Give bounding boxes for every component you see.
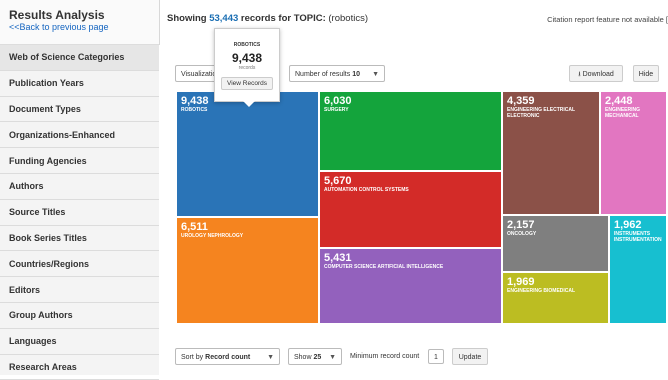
category-treemap: 9,438 ROBOTICS 6,511 UROLOGY NEPHROLOGY … [176,91,667,325]
sidebar-item-publication-years[interactable]: Publication Years [0,71,159,97]
sidebar-item-languages[interactable]: Languages [0,329,159,355]
sidebar-item-book-series-titles[interactable]: Book Series Titles [0,226,159,252]
sidebar-item-authors[interactable]: Authors [0,174,159,200]
sort-prefix: Sort by [181,354,204,361]
tooltip-category: ROBOTICS [233,42,261,48]
search-query: (robotics) [328,13,368,24]
download-icon: ⭳ [578,71,581,78]
treemap-tooltip: ROBOTICS 9,438 records View Records [214,28,280,107]
treemap-tile[interactable]: 1,969 ENGINEERING BIOMEDICAL [502,272,609,324]
sidebar-item-research-areas[interactable]: Research Areas [0,355,159,380]
sidebar-item-group-authors[interactable]: Group Authors [0,303,159,329]
treemap-tile[interactable]: 5,431 COMPUTER SCIENCE ARTIFICIAL INTELL… [319,248,502,324]
show-value: 25 [313,354,322,361]
show-dropdown[interactable]: Show 25 ▼ [288,348,342,365]
sidebar-item-web-of-science-categories[interactable]: Web of Science Categories [0,45,159,71]
chevron-down-icon: ▼ [267,354,274,361]
download-label: Download [582,71,614,78]
tile-label: ENGINEERING BIOMEDICAL [507,288,576,294]
treemap-tile[interactable]: 5,670 AUTOMATION CONTROL SYSTEMS [319,171,502,248]
citation-report-note: Citation report feature not available [ [547,15,668,24]
tile-value: 6,030 [324,95,352,107]
view-records-button[interactable]: View Records [221,77,273,90]
tile-label: ENGINEERING ELECTRICAL ELECTRONIC [507,107,575,119]
sidebar-item-document-types[interactable]: Document Types [0,97,159,123]
minimum-record-count-label: Minimum record count [350,353,420,360]
summary-prefix: Showing [167,13,207,24]
sidebar-item-source-titles[interactable]: Source Titles [0,200,159,226]
summary-middle: records for TOPIC: [240,13,326,24]
chevron-down-icon: ▼ [329,354,336,361]
sort-dropdown[interactable]: Sort by Record count ▼ [175,348,280,365]
number-of-results-dropdown[interactable]: Number of results 10 ▼ [289,65,385,82]
chevron-down-icon: ▼ [372,71,379,78]
results-controls: Sort by Record count ▼ Show 25 ▼ Minimum… [175,348,665,366]
sidebar-item-organizations-enhanced[interactable]: Organizations-Enhanced [0,122,159,149]
treemap-tile[interactable]: 1,962 INSTRUMENTS INSTRUMENTATION [609,215,667,324]
show-prefix: Show [294,354,312,361]
sidebar-title: Results Analysis [9,8,105,22]
tile-value: 2,448 [605,95,633,107]
tile-value: 5,431 [324,252,352,264]
treemap-tile[interactable]: 2,157 ONCOLOGY [502,215,609,272]
record-count: 53,443 [209,13,239,24]
tile-label: ENGINEERING MECHANICAL [605,107,641,119]
visualization-label: Visualizatio [181,71,217,78]
tile-label: INSTRUMENTS INSTRUMENTATION [614,231,662,243]
tile-label: UROLOGY NEPHROLOGY [181,233,244,239]
tile-value: 4,359 [507,95,535,107]
tile-value: 2,157 [507,219,535,231]
results-summary: Showing 53,443 records for TOPIC: (robot… [167,13,368,24]
tile-label: COMPUTER SCIENCE ARTIFICIAL INTELLIGENCE [324,264,444,270]
treemap-tile[interactable]: 6,511 UROLOGY NEPHROLOGY [176,217,319,324]
treemap-tile[interactable]: 6,030 SURGERY [319,91,502,171]
update-button[interactable]: Update [452,348,488,365]
tile-label: AUTOMATION CONTROL SYSTEMS [324,187,409,193]
treemap-tile[interactable]: 9,438 ROBOTICS [176,91,319,217]
results-label: Number of results [295,71,351,78]
sort-value: Record count [205,354,251,361]
tile-value: 6,511 [181,221,208,233]
hide-button[interactable]: Hide [633,65,659,82]
sidebar-item-funding-agencies[interactable]: Funding Agencies [0,148,159,174]
tooltip-unit: records [238,65,256,71]
sidebar-item-countries-regions[interactable]: Countries/Regions [0,251,159,278]
treemap-tile[interactable]: 4,359 ENGINEERING ELECTRICAL ELECTRONIC [502,91,600,215]
sidebar-list: Web of Science Categories Publication Ye… [0,45,159,380]
sidebar-header: Results Analysis <<Back to previous page [0,0,159,45]
tile-value: 5,670 [324,175,352,187]
sidebar: Results Analysis <<Back to previous page… [0,0,160,380]
sidebar-item-editors[interactable]: Editors [0,277,159,303]
treemap-tile[interactable]: 2,448 ENGINEERING MECHANICAL [600,91,667,215]
tile-label: SURGERY [324,107,349,113]
tile-label: ROBOTICS [181,107,208,113]
minimum-record-count-input[interactable]: 1 [428,349,444,364]
results-value: 10 [352,71,360,78]
tooltip-value: 9,438 [231,51,263,65]
download-button[interactable]: ⭳ Download [569,65,623,82]
back-link[interactable]: <<Back to previous page [9,22,159,33]
tile-label: ONCOLOGY [507,231,537,237]
tile-value: 1,969 [507,276,535,288]
tile-value: 1,962 [614,219,642,231]
